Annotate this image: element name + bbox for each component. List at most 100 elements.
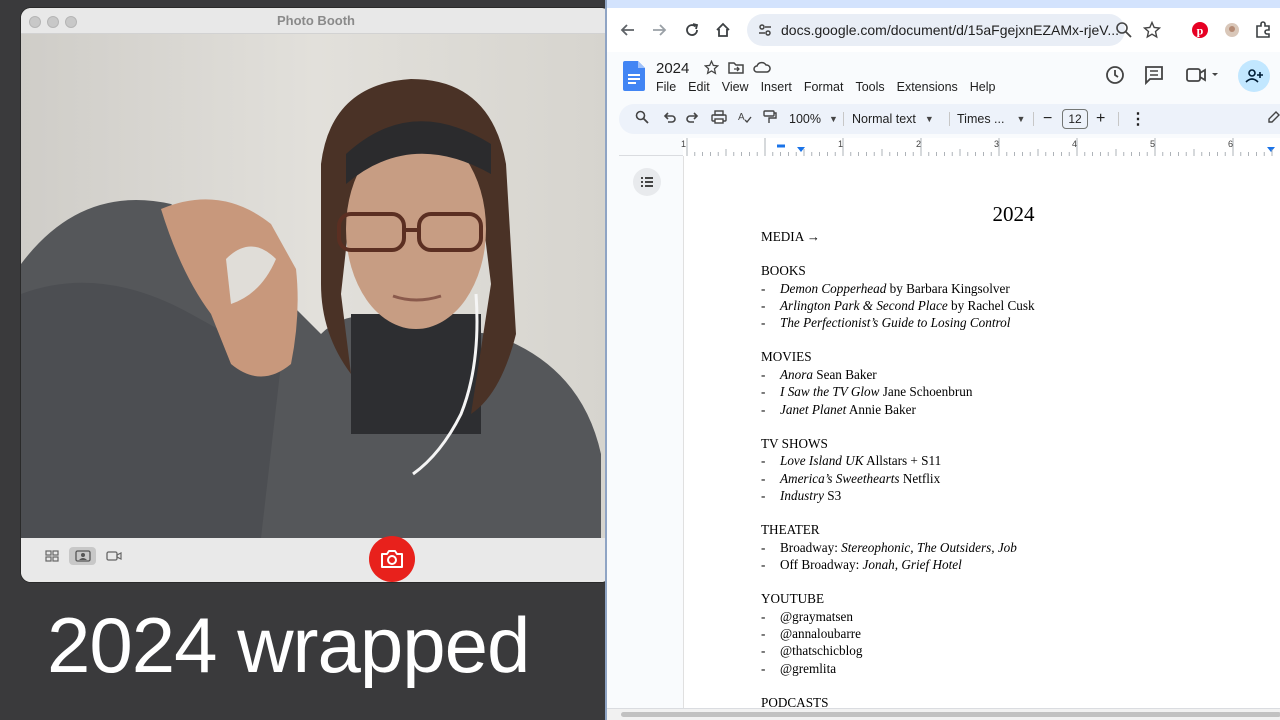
ruler-number: 6 bbox=[1228, 139, 1234, 149]
section-heading: TV SHOWS bbox=[761, 435, 828, 451]
chevron-down-icon: ▼ bbox=[828, 114, 838, 124]
scrollbar-thumb[interactable] bbox=[621, 712, 1280, 717]
forward-button[interactable] bbox=[648, 19, 670, 41]
document-title[interactable]: 2024 bbox=[656, 60, 689, 77]
more-options-icon[interactable]: ⋮ bbox=[1130, 110, 1146, 128]
document-outline-button[interactable] bbox=[633, 168, 661, 196]
section-heading: MOVIES bbox=[761, 349, 812, 365]
undo-icon[interactable] bbox=[662, 110, 676, 128]
photo-booth-titlebar: Photo Booth bbox=[21, 8, 611, 34]
pinterest-extension[interactable]: p bbox=[1189, 19, 1211, 41]
ruler-number: 2 bbox=[916, 139, 922, 149]
video-icon bbox=[105, 551, 122, 561]
right-indent-marker[interactable] bbox=[1267, 147, 1275, 152]
list-item: - Anora Sean Baker bbox=[761, 366, 877, 382]
ruler-page-area bbox=[683, 138, 1280, 156]
home-button[interactable] bbox=[712, 19, 734, 41]
google-docs-logo-icon[interactable] bbox=[623, 61, 645, 91]
bullet-dash: - bbox=[761, 297, 766, 313]
list-item: - @thatschicblog bbox=[761, 643, 863, 659]
move-folder-icon[interactable] bbox=[728, 60, 744, 75]
ruler-number: 3 bbox=[994, 139, 1000, 149]
bookmark-star-icon[interactable] bbox=[1143, 21, 1161, 39]
svg-text:p: p bbox=[1197, 24, 1204, 38]
document-page[interactable]: 2024 MEDIA → BOOKS - Demon Copperhead by B… bbox=[683, 156, 1280, 710]
edit-mode-pencil-icon[interactable] bbox=[1267, 110, 1280, 128]
back-arrow-icon bbox=[620, 24, 634, 36]
take-photo-button[interactable] bbox=[369, 536, 415, 582]
redo-icon[interactable] bbox=[686, 110, 700, 128]
increase-font-size-button[interactable]: + bbox=[1096, 110, 1105, 128]
bullet-dash: - bbox=[761, 401, 766, 417]
paint-format-icon[interactable] bbox=[762, 110, 778, 128]
extension-button[interactable] bbox=[1221, 19, 1243, 41]
menu-view[interactable]: View bbox=[722, 80, 749, 94]
reload-button[interactable] bbox=[681, 19, 703, 41]
ruler-number: 5 bbox=[1150, 139, 1156, 149]
section-heading: YOUTUBE bbox=[761, 591, 825, 607]
paragraph-style-select[interactable]: Normal text ▼ bbox=[852, 110, 934, 128]
share-button[interactable] bbox=[1238, 60, 1270, 92]
menu-format[interactable]: Format bbox=[804, 80, 844, 94]
single-photo-icon bbox=[74, 550, 91, 562]
star-icon[interactable] bbox=[704, 60, 719, 75]
menu-insert[interactable]: Insert bbox=[761, 80, 792, 94]
bullet-dash: - bbox=[761, 557, 766, 572]
window-title: Photo Booth bbox=[277, 13, 355, 28]
list-item: - America’s Sweethearts Netflix bbox=[761, 470, 941, 486]
menu-help[interactable]: Help bbox=[970, 80, 996, 94]
svg-text:A: A bbox=[738, 112, 745, 123]
list-item: - Arlington Park & Second Place by Rachel… bbox=[761, 297, 1035, 313]
site-info-icon[interactable] bbox=[755, 20, 775, 40]
spellcheck-icon[interactable]: A bbox=[737, 110, 753, 128]
horizontal-scrollbar[interactable] bbox=[607, 708, 1280, 720]
menu-edit[interactable]: Edit bbox=[688, 80, 710, 94]
media-label: MEDIA → bbox=[761, 229, 820, 244]
version-history-icon[interactable] bbox=[1104, 64, 1126, 86]
list-item: - Industry S3 bbox=[761, 487, 842, 503]
extension-icon bbox=[1225, 23, 1239, 37]
decrease-font-size-button[interactable]: − bbox=[1043, 110, 1052, 128]
extensions-menu-button[interactable] bbox=[1252, 19, 1274, 41]
camera-preview bbox=[21, 34, 611, 538]
menu-extensions[interactable]: Extensions bbox=[897, 80, 958, 94]
video-mode-button[interactable] bbox=[100, 547, 127, 565]
search-menus-icon[interactable] bbox=[635, 110, 649, 128]
list-item: - Demon Copperhead by Barbara Kingsolver bbox=[761, 280, 1010, 296]
chevron-down-icon: ▼ bbox=[924, 114, 934, 124]
bullet-dash: - bbox=[761, 643, 766, 659]
forward-arrow-icon bbox=[653, 24, 667, 36]
camera-icon bbox=[381, 550, 403, 568]
zoom-icon[interactable] bbox=[1115, 21, 1133, 39]
ruler-number: 1 bbox=[838, 139, 844, 149]
outline-list-icon bbox=[641, 177, 653, 187]
meet-camera-icon[interactable] bbox=[1185, 64, 1221, 86]
bullet-dash: - bbox=[761, 315, 766, 331]
docs-toolbar: A 100% ▼ Normal text ▼ Times ... ▼ − 12 + ⋮ bbox=[619, 104, 1280, 134]
chevron-down-icon: ▼ bbox=[1016, 114, 1026, 124]
bullet-dash: - bbox=[761, 626, 766, 642]
font-size-input[interactable]: 12 bbox=[1062, 109, 1088, 129]
menu-tools[interactable]: Tools bbox=[855, 80, 884, 94]
browser-toolbar: docs.google.com/document/d/15aFgejxnEZAM… bbox=[607, 8, 1280, 52]
list-item: - Broadway: Stereophonic, The Outsiders, … bbox=[761, 539, 1017, 555]
comments-icon[interactable] bbox=[1143, 64, 1165, 86]
bullet-dash: - bbox=[761, 384, 766, 400]
bullet-dash: - bbox=[761, 487, 766, 503]
font-select[interactable]: Times ... ▼ bbox=[957, 110, 1025, 128]
back-button[interactable] bbox=[617, 19, 639, 41]
bullet-dash: - bbox=[761, 366, 766, 382]
font-value: Times ... bbox=[957, 112, 1005, 126]
single-photo-button[interactable] bbox=[69, 547, 96, 565]
chrome-window: docs.google.com/document/d/15aFgejxnEZAM… bbox=[605, 0, 1280, 720]
grid-view-button[interactable] bbox=[38, 547, 65, 565]
photo-booth-window: Photo Booth bbox=[21, 8, 611, 582]
print-icon[interactable] bbox=[711, 110, 727, 128]
address-bar[interactable]: docs.google.com/document/d/15aFgejxnEZAM… bbox=[747, 14, 1161, 46]
document-heading: 2024 bbox=[992, 202, 1035, 226]
menu-file[interactable]: File bbox=[656, 80, 676, 94]
ruler-number: 4 bbox=[1072, 139, 1078, 149]
list-item: - @gremlita bbox=[761, 660, 837, 676]
tab-strip bbox=[607, 0, 1280, 8]
zoom-select[interactable]: 100% ▼ bbox=[789, 110, 838, 128]
